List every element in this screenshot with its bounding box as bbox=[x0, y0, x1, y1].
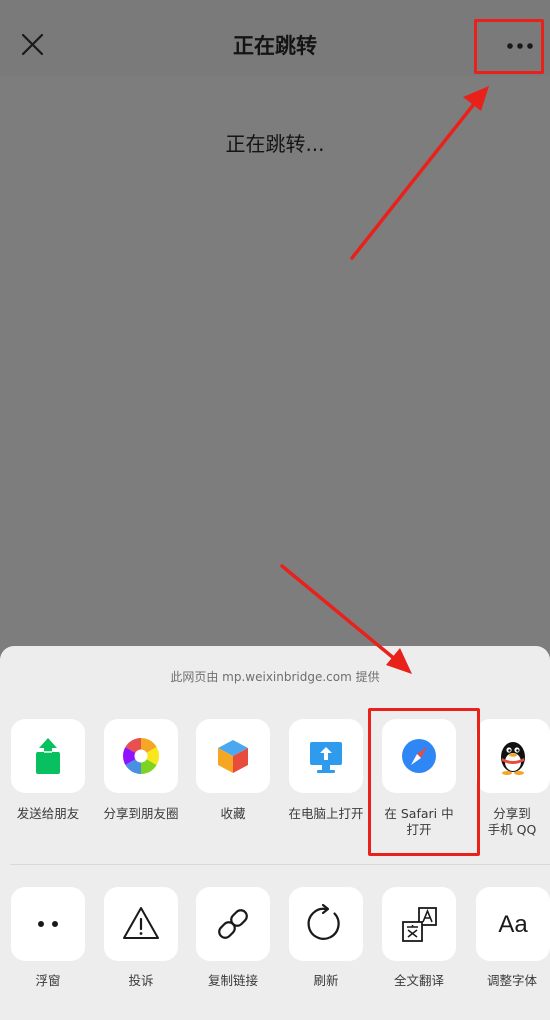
row-divider bbox=[10, 864, 550, 865]
report-button[interactable] bbox=[104, 887, 178, 961]
moments-aperture-icon bbox=[122, 738, 160, 774]
favorite-label: 收藏 bbox=[220, 806, 246, 821]
translate-icon bbox=[402, 907, 437, 942]
share-to-qq-button[interactable] bbox=[476, 719, 550, 793]
page-title: 正在跳转 bbox=[233, 34, 317, 58]
open-on-pc-button[interactable] bbox=[289, 719, 363, 793]
warning-icon bbox=[123, 907, 159, 939]
font-size-button[interactable]: Aa bbox=[476, 887, 550, 961]
copy-link-label: 复制链接 bbox=[207, 973, 258, 988]
float-window-icon bbox=[38, 921, 58, 927]
provider-text: 此网页由 mp.weixinbridge.com 提供 bbox=[170, 670, 380, 684]
favorite-cube-icon bbox=[218, 740, 248, 773]
share-upload-icon bbox=[36, 738, 60, 774]
svg-text:Aa: Aa bbox=[498, 911, 528, 938]
more-button-highlight bbox=[474, 19, 544, 74]
translate-label: 全文翻译 bbox=[393, 973, 444, 988]
font-size-icon: Aa bbox=[498, 911, 528, 938]
refresh-icon bbox=[307, 903, 340, 940]
send-to-friend-button[interactable] bbox=[11, 719, 85, 793]
font-size-label: 调整字体 bbox=[486, 973, 537, 988]
send-to-friend-label: 发送给朋友 bbox=[16, 806, 80, 821]
refresh-label: 刷新 bbox=[313, 973, 339, 988]
safari-option-highlight bbox=[368, 708, 480, 856]
share-to-moments-label: 分享到朋友圈 bbox=[103, 806, 179, 821]
favorite-button[interactable] bbox=[196, 719, 270, 793]
nav-bar: 正在跳转 bbox=[0, 0, 550, 76]
computer-upload-icon bbox=[310, 742, 342, 773]
float-window-label: 浮窗 bbox=[35, 973, 61, 988]
translate-button[interactable] bbox=[382, 887, 456, 961]
report-label: 投诉 bbox=[128, 973, 154, 988]
copy-link-button[interactable] bbox=[196, 887, 270, 961]
qq-penguin-icon bbox=[501, 742, 525, 775]
float-window-button[interactable] bbox=[11, 887, 85, 961]
link-icon bbox=[218, 909, 248, 939]
arrow-to-more-button bbox=[350, 86, 489, 260]
open-on-pc-label: 在电脑上打开 bbox=[288, 806, 364, 821]
refresh-button[interactable] bbox=[289, 887, 363, 961]
share-to-moments-button[interactable] bbox=[104, 719, 178, 793]
loading-message: 正在跳转... bbox=[225, 132, 325, 156]
